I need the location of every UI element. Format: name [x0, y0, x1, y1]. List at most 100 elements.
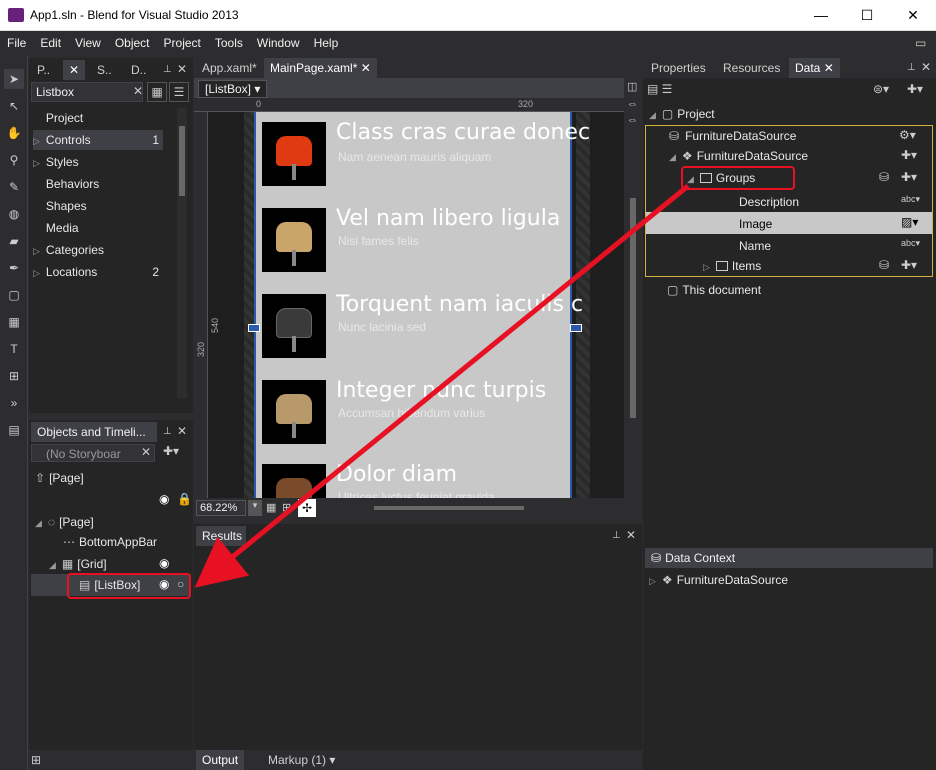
data-tree-this-document[interactable]: ▢ This document: [667, 280, 761, 300]
menu-tools[interactable]: Tools: [208, 31, 250, 50]
pin-icon[interactable]: ⊥: [907, 62, 916, 73]
add-property-icon[interactable]: ✚▾: [901, 170, 917, 184]
grid-toggle-icon[interactable]: ▦: [266, 501, 276, 514]
add-storyboard-icon[interactable]: ✚▾: [163, 444, 179, 458]
tree-item-grid[interactable]: ◢ ▦ [Grid]: [49, 554, 107, 574]
maximize-button[interactable]: ☐: [844, 0, 890, 30]
zoom-dropdown-icon[interactable]: ▾: [248, 500, 262, 516]
data-tree-items[interactable]: ▷ Items: [703, 256, 761, 276]
tab-properties[interactable]: Properties: [645, 58, 712, 78]
more-tools-icon[interactable]: »: [4, 393, 24, 413]
selection-tool-icon[interactable]: ➤: [4, 69, 24, 89]
paint-bucket-tool-icon[interactable]: ◍: [4, 204, 24, 224]
menu-view[interactable]: View: [68, 31, 108, 50]
rectangle-tool-icon[interactable]: ▢: [4, 285, 24, 305]
pan-tool-icon[interactable]: ✋: [4, 123, 24, 143]
datasource-options-icon[interactable]: ⚙▾: [899, 128, 916, 142]
menu-window[interactable]: Window: [250, 31, 307, 50]
assets-tool-icon[interactable]: ▤: [4, 420, 24, 440]
add-data-icon[interactable]: ✚▾: [907, 82, 923, 96]
close-button[interactable]: ✕: [890, 0, 936, 30]
tab-assets-close[interactable]: ✕: [63, 60, 86, 80]
pin-icon[interactable]: ⊥: [163, 64, 172, 75]
data-tree-datasource-root[interactable]: ◢ ❖ FurnitureDataSource: [669, 146, 808, 166]
snapshot-icon[interactable]: ◫: [627, 80, 637, 93]
close-storyboard-icon[interactable]: ✕: [141, 445, 151, 459]
tab-markup[interactable]: Markup (1) ▾: [262, 750, 341, 770]
split-view-icon[interactable]: ⇔: [627, 114, 638, 126]
tab-resources[interactable]: Resources: [717, 58, 786, 78]
image-type-icon[interactable]: ▨▾: [901, 215, 918, 229]
minimize-button[interactable]: —: [798, 0, 844, 30]
eyedropper-tool-icon[interactable]: ✎: [4, 177, 24, 197]
data-tree-name[interactable]: Name: [739, 236, 771, 256]
collection-type-icon[interactable]: ⛁: [879, 170, 889, 184]
data-tree-image[interactable]: Image: [739, 214, 772, 234]
text-tool-icon[interactable]: T: [4, 339, 24, 359]
create-data-source-icon[interactable]: ⊜▾: [873, 82, 889, 96]
menu-file[interactable]: File: [0, 31, 33, 50]
assets-item-media[interactable]: ▷Media: [33, 218, 163, 238]
data-context-item[interactable]: ▷ ❖ FurnitureDataSource: [649, 570, 788, 590]
string-type-icon[interactable]: abc▾: [901, 194, 920, 205]
close-icon[interactable]: ✕: [626, 528, 636, 542]
assets-item-styles[interactable]: ▷ Styles: [33, 152, 163, 172]
tab-mainpage-xaml[interactable]: MainPage.xaml* ✕: [264, 58, 377, 78]
tree-item-page[interactable]: ◢ ◌ [Page]: [35, 512, 94, 532]
collection-type-icon[interactable]: ⛁: [879, 258, 889, 272]
menu-edit[interactable]: Edit: [33, 31, 68, 50]
data-tree-datasource[interactable]: ⛁ FurnitureDataSource: [669, 126, 796, 146]
visibility-eye-icon[interactable]: ◉: [159, 492, 169, 506]
tab-projects[interactable]: P..: [31, 60, 56, 80]
listbox-preview[interactable]: Class cras curae donec Nam aenean mauris…: [254, 112, 590, 498]
storyboard-selector[interactable]: (No Storyboar: [31, 444, 155, 462]
close-tab-icon[interactable]: ✕: [361, 61, 371, 75]
list-view-icon[interactable]: ☰: [169, 82, 189, 102]
close-icon[interactable]: ✕: [177, 424, 187, 438]
data-tree-project[interactable]: ◢ ▢ Project: [649, 104, 715, 124]
menu-object[interactable]: Object: [108, 31, 157, 50]
tab-states[interactable]: S..: [91, 60, 118, 80]
snap-lines-icon[interactable]: ✢: [298, 499, 316, 517]
list-mode-icon[interactable]: ▤ ☰: [647, 82, 672, 96]
clear-search-icon[interactable]: ✕: [133, 84, 143, 98]
close-icon[interactable]: ✕: [177, 62, 187, 76]
data-tree-description[interactable]: Description: [739, 192, 799, 212]
data-tree-image-selected[interactable]: [646, 212, 932, 234]
artboard-hscroll[interactable]: [374, 506, 524, 510]
tree-item-page-root[interactable]: ⇧ [Page]: [35, 468, 84, 488]
add-property-icon[interactable]: ✚▾: [901, 258, 917, 272]
snap-grid-icon[interactable]: ⊞: [282, 501, 291, 514]
assets-scrollbar[interactable]: [177, 108, 187, 398]
assets-item-categories[interactable]: ▷ Categories: [33, 240, 163, 260]
control-tool-icon[interactable]: ⊞: [4, 366, 24, 386]
zoom-tool-icon[interactable]: ⚲: [4, 150, 24, 170]
zoom-input[interactable]: 68.22%: [196, 500, 246, 516]
string-type-icon[interactable]: abc▾: [901, 238, 920, 249]
assets-search-input[interactable]: Listbox: [31, 82, 143, 102]
grid-tool-icon[interactable]: ▦: [4, 312, 24, 332]
tab-app-xaml[interactable]: App.xaml*: [196, 58, 263, 78]
tree-item-bottomappbar[interactable]: ⋯ BottomAppBar: [63, 532, 157, 552]
storyboard-options-icon[interactable]: ⊞: [31, 753, 41, 767]
code-view-icon[interactable]: ⇔: [627, 98, 638, 110]
menu-project[interactable]: Project: [157, 31, 208, 50]
pen-tool-icon[interactable]: ✒: [4, 258, 24, 278]
tab-device[interactable]: D..: [125, 60, 152, 80]
gradient-tool-icon[interactable]: ▰: [4, 231, 24, 251]
lock-icon[interactable]: 🔒: [177, 492, 192, 506]
feedback-icon[interactable]: ▭: [908, 31, 933, 50]
breadcrumb[interactable]: [ListBox] ▾: [198, 80, 268, 98]
add-property-icon[interactable]: ✚▾: [901, 148, 917, 162]
visibility-eye-icon[interactable]: ◉: [159, 556, 169, 570]
close-icon[interactable]: ✕: [921, 60, 931, 74]
menu-help[interactable]: Help: [307, 31, 346, 50]
direct-select-tool-icon[interactable]: ↖: [4, 96, 24, 116]
assets-item-controls[interactable]: ▷ Controls 1: [33, 130, 163, 150]
tab-data[interactable]: Data ✕: [789, 58, 840, 78]
pin-icon[interactable]: ⊥: [612, 530, 621, 541]
tab-output[interactable]: Output: [196, 750, 245, 770]
artboard-vscroll[interactable]: [630, 198, 636, 418]
assets-item-shapes[interactable]: ▷Shapes: [33, 196, 163, 216]
resize-handle-right[interactable]: [570, 324, 582, 332]
